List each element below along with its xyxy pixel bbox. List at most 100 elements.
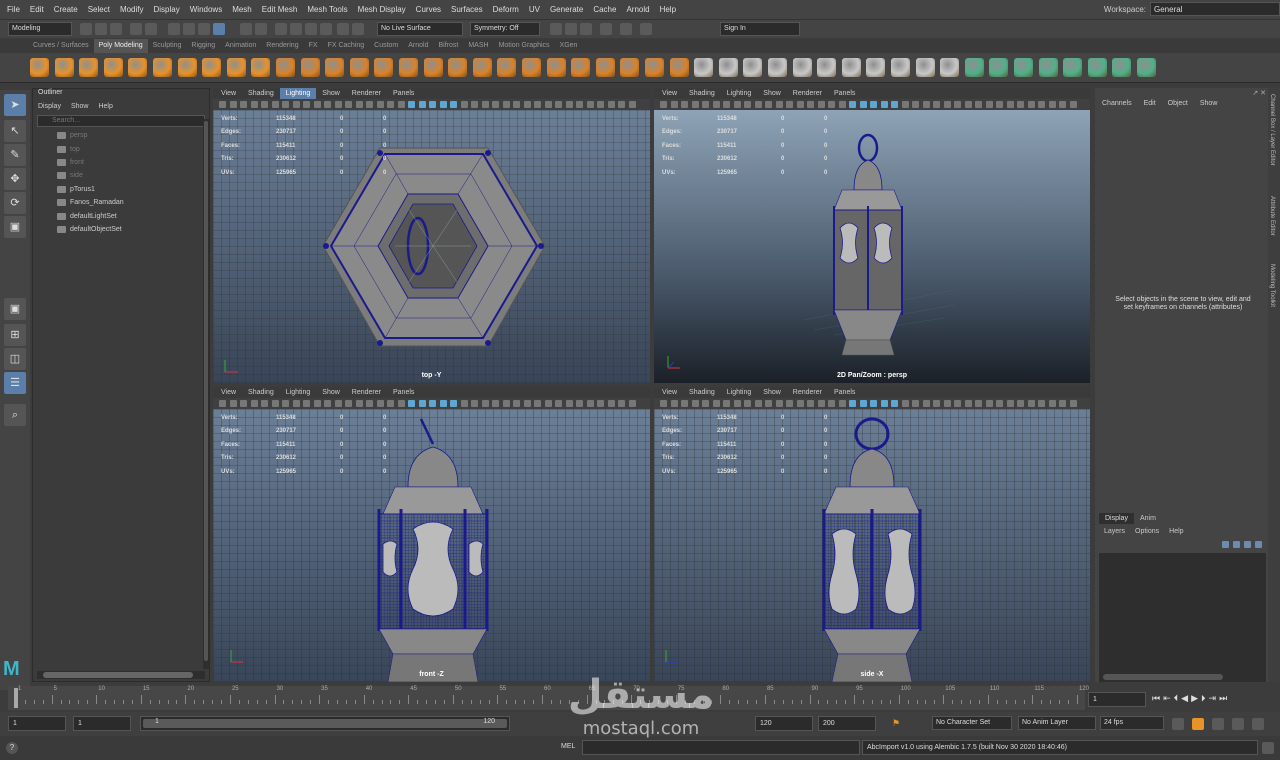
viewport-tool-icon[interactable] [1059,400,1066,407]
connect-icon[interactable] [792,58,812,77]
object-menu[interactable]: Object [1168,100,1188,107]
viewport-tool-icon[interactable] [1017,400,1024,407]
panel-close-icon[interactable]: ↗ ✕ [1252,89,1266,97]
viewport-tool-icon[interactable] [744,101,751,108]
outliner-item[interactable]: side [33,169,209,182]
viewport-menu-panels[interactable]: Panels [387,387,420,398]
menu-uv[interactable]: UV [524,5,545,14]
attribute-editor-tab[interactable]: Attribute Editor [1269,196,1275,236]
viewport-tool-icon[interactable] [765,400,772,407]
paint-select-icon[interactable]: ✎ [4,144,26,166]
viewport-menu-show[interactable]: Show [316,387,346,398]
viewport-tool-icon[interactable] [1006,400,1014,407]
end-time-field[interactable]: 200 [818,716,876,731]
viewport-tool-icon[interactable] [607,101,615,108]
viewport-tool-icon[interactable] [471,400,478,407]
boolean-difference-icon[interactable] [423,58,443,77]
viewport-tool-icon[interactable] [271,400,279,407]
viewport-tool-icon[interactable] [870,400,877,407]
viewport-tool-icon[interactable] [807,400,814,407]
tab-anim[interactable]: Anim [1134,513,1162,524]
render-frame-icon[interactable] [550,23,562,35]
redo-icon[interactable] [145,23,157,35]
viewport-tool-icon[interactable] [880,101,888,108]
wedge-icon[interactable] [940,58,960,77]
viewport-tool-icon[interactable] [933,101,940,108]
viewport-tool-icon[interactable] [880,400,888,407]
menu-file[interactable]: File [2,5,25,14]
outliner-item[interactable]: front [33,156,209,169]
menu-deform[interactable]: Deform [488,5,524,14]
viewport-tool-icon[interactable] [555,400,562,407]
viewport-tool-icon[interactable] [891,400,898,407]
viewport-tool-icon[interactable] [502,400,510,407]
animation-prefs-icon[interactable] [1192,718,1204,730]
viewport-menu-renderer[interactable]: Renderer [787,88,828,99]
target-weld-icon[interactable] [768,58,787,77]
snap-vertex-icon[interactable] [320,23,332,35]
viewport-menu-panels[interactable]: Panels [828,387,861,398]
viewport-tool-icon[interactable] [975,101,982,108]
merge-icon[interactable] [718,58,738,77]
viewport-tool-icon[interactable] [240,101,247,108]
viewport-tool-icon[interactable] [429,101,436,108]
fill-hole-icon[interactable] [546,58,566,77]
viewport-tool-icon[interactable] [586,101,594,108]
viewport-tool-icon[interactable] [775,400,783,407]
viewport-tool-icon[interactable] [681,400,688,407]
sync-icon[interactable] [1232,718,1244,730]
viewport-tool-icon[interactable] [618,400,625,407]
viewport-tool-icon[interactable] [628,101,636,108]
snap-surface-icon[interactable] [305,23,317,35]
playhead[interactable] [14,688,18,708]
select-component-icon[interactable] [198,23,210,35]
shelf-tab-curves-surfaces[interactable]: Curves / Surfaces [28,39,94,53]
viewport-tool-icon[interactable] [901,400,909,407]
select-hierarchy-icon[interactable] [168,23,180,35]
torus-icon[interactable] [128,58,148,77]
start-time-field[interactable]: 1 [8,716,66,731]
viewport-tool-icon[interactable] [817,101,825,108]
history-icon[interactable] [352,23,364,35]
viewport-tool-icon[interactable] [712,400,720,407]
viewport-tool-icon[interactable] [933,400,940,407]
viewport-tool-icon[interactable] [324,101,331,108]
magnet-icon[interactable] [337,23,349,35]
go-to-start-icon[interactable]: ⏮ [1152,693,1160,704]
viewport-tool-icon[interactable] [397,101,405,108]
viewport-tool-icon[interactable] [250,400,258,407]
viewport-tool-icon[interactable] [229,400,237,407]
boolean-union-icon[interactable] [399,58,418,77]
step-forward-icon[interactable]: ⏵ [1201,693,1206,704]
snap-view-icon[interactable] [290,23,302,35]
viewport-tool-icon[interactable] [240,400,247,407]
viewport-tool-icon[interactable] [964,400,972,407]
outliner-item[interactable]: pTorus1 [33,183,209,196]
new-layer-icon[interactable] [1244,541,1251,548]
shelf-tab-fx-caching[interactable]: FX Caching [323,39,370,53]
help-menu[interactable]: Help [1169,528,1183,535]
save-scene-icon[interactable] [110,23,122,35]
lasso-tool-icon[interactable]: ↖ [4,120,26,142]
viewport-menu-panels[interactable]: Panels [828,88,861,99]
viewport-tool-icon[interactable] [481,400,489,407]
symmetrize-icon[interactable] [866,58,886,77]
viewport-menu-view[interactable]: View [656,88,683,99]
viewport-tool-icon[interactable] [1027,400,1035,407]
viewport-tool-icon[interactable] [324,400,331,407]
viewport-menu-view[interactable]: View [215,387,242,398]
arnold-render-icon[interactable] [620,23,632,35]
viewport-tool-icon[interactable] [775,101,783,108]
viewport-tool-icon[interactable] [691,400,699,407]
viewport-tool-icon[interactable] [334,400,342,407]
viewport-tool-icon[interactable] [754,400,762,407]
step-back-key-icon[interactable]: ⇤ [1163,693,1171,704]
viewport-tool-icon[interactable] [313,101,321,108]
viewport-tool-icon[interactable] [460,101,468,108]
viewport-tool-icon[interactable] [303,101,310,108]
viewport-tool-icon[interactable] [387,400,394,407]
viewport-tool-icon[interactable] [544,400,552,407]
menu-arnold[interactable]: Arnold [621,5,654,14]
menu-surfaces[interactable]: Surfaces [446,5,488,14]
viewport-menu-lighting[interactable]: Lighting [280,387,317,398]
